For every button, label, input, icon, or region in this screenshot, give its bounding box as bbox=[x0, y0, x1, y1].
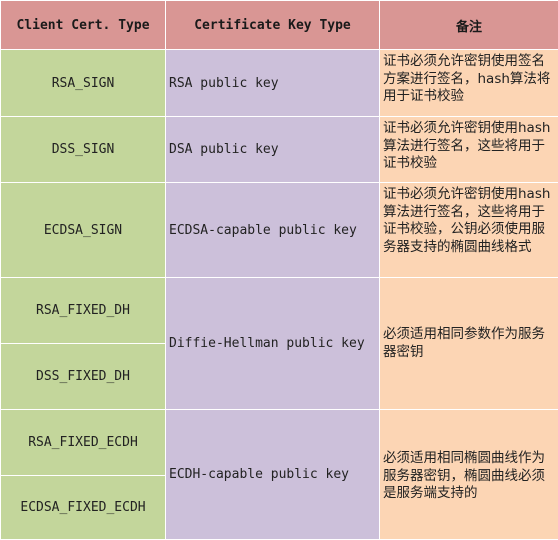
key-type-cell: ECDSA-capable public key bbox=[166, 183, 380, 278]
key-type-cell: Diffie-Hellman public key bbox=[166, 278, 380, 410]
note-cell: 必须适用相同椭圆曲线作为服务器密钥，椭圆曲线必须是服务端支持的 bbox=[380, 410, 558, 540]
note-cell: 证书必须允许密钥使用hash算法进行签名，这些将用于证书校验，公钥必须使用服务器… bbox=[380, 183, 558, 278]
note-cell: 证书必须允许密钥使用签名方案进行签名，hash算法将用于证书校验 bbox=[380, 50, 558, 117]
key-type-cell: ECDH-capable public key bbox=[166, 410, 380, 540]
table-row: RSA_SIGN RSA public key 证书必须允许密钥使用签名方案进行… bbox=[1, 50, 558, 117]
cert-type-cell: ECDSA_FIXED_ECDH bbox=[1, 476, 166, 540]
header-client-cert-type: Client Cert. Type bbox=[1, 1, 166, 50]
note-cell: 证书必须允许密钥使用hash算法进行签名，这些将用于证书校验 bbox=[380, 117, 558, 183]
cert-type-cell: RSA_SIGN bbox=[1, 50, 166, 117]
table-row: DSS_SIGN DSA public key 证书必须允许密钥使用hash算法… bbox=[1, 117, 558, 183]
cert-type-cell: DSS_FIXED_DH bbox=[1, 344, 166, 410]
table-row: RSA_FIXED_ECDH ECDH-capable public key 必… bbox=[1, 410, 558, 476]
note-cell: 必须适用相同参数作为服务器密钥 bbox=[380, 278, 558, 410]
cert-type-cell: DSS_SIGN bbox=[1, 117, 166, 183]
certificate-type-table: Client Cert. Type Certificate Key Type 备… bbox=[0, 0, 558, 540]
header-row: Client Cert. Type Certificate Key Type 备… bbox=[1, 1, 558, 50]
key-type-cell: DSA public key bbox=[166, 117, 380, 183]
cert-type-cell: ECDSA_SIGN bbox=[1, 183, 166, 278]
key-type-cell: RSA public key bbox=[166, 50, 380, 117]
table-row: RSA_FIXED_DH Diffie-Hellman public key 必… bbox=[1, 278, 558, 344]
table-row: ECDSA_SIGN ECDSA-capable public key 证书必须… bbox=[1, 183, 558, 278]
cert-type-cell: RSA_FIXED_DH bbox=[1, 278, 166, 344]
header-note: 备注 bbox=[380, 1, 558, 50]
cert-type-cell: RSA_FIXED_ECDH bbox=[1, 410, 166, 476]
header-certificate-key-type: Certificate Key Type bbox=[166, 1, 380, 50]
